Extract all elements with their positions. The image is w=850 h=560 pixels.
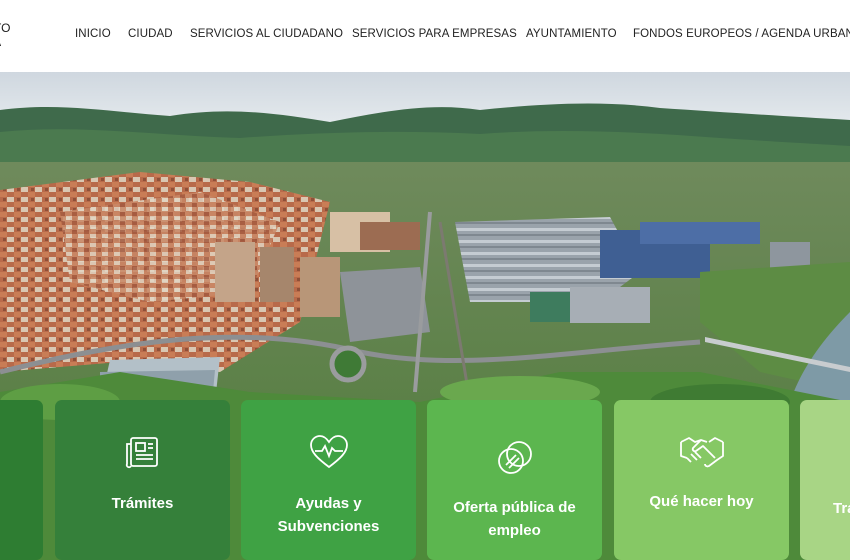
tile-oferta-empleo[interactable]: Oferta pública de empleo [427, 400, 602, 560]
tile-partial-right-label: Tra [833, 500, 850, 517]
handshake-icon [614, 434, 789, 474]
tile-tramites[interactable]: Trámites [55, 400, 230, 560]
tile-que-hacer-hoy[interactable]: Qué hacer hoy [614, 400, 789, 560]
tile-tramites-label: Trámites [111, 495, 174, 512]
tile-partial-left[interactable] [0, 400, 43, 560]
coins-icon [427, 438, 602, 478]
nav-item-servicios-empresas[interactable]: SERVICIOS PARA EMPRESAS [352, 28, 517, 40]
tile-que-hacer-label: Qué hacer hoy [649, 493, 754, 510]
nav-item-servicios-ciudadano[interactable]: SERVICIOS AL CIUDADANO [190, 28, 343, 40]
tile-ayudas-label: Ayudas y Subvenciones [277, 495, 380, 535]
nav-item-inicio[interactable]: INICIO [75, 28, 111, 40]
newspaper-icon [55, 434, 230, 474]
main-nav: INICIO CIUDAD SERVICIOS AL CIUDADANO SER… [0, 28, 850, 44]
site-header: TO A INICIO CIUDAD SERVICIOS AL CIUDADAN… [0, 0, 850, 72]
nav-item-fondos-europeos[interactable]: FONDOS EUROPEOS / AGENDA URBANA [633, 28, 850, 40]
tile-oferta-label: Oferta pública de empleo [453, 499, 576, 539]
tile-partial-right[interactable]: Tra [800, 400, 850, 560]
tile-ayudas-subvenciones[interactable]: Ayudas y Subvenciones [241, 400, 416, 560]
heart-pulse-icon [241, 434, 416, 474]
nav-item-ayuntamiento[interactable]: AYUNTAMIENTO [526, 28, 617, 40]
nav-item-ciudad[interactable]: CIUDAD [128, 28, 173, 40]
